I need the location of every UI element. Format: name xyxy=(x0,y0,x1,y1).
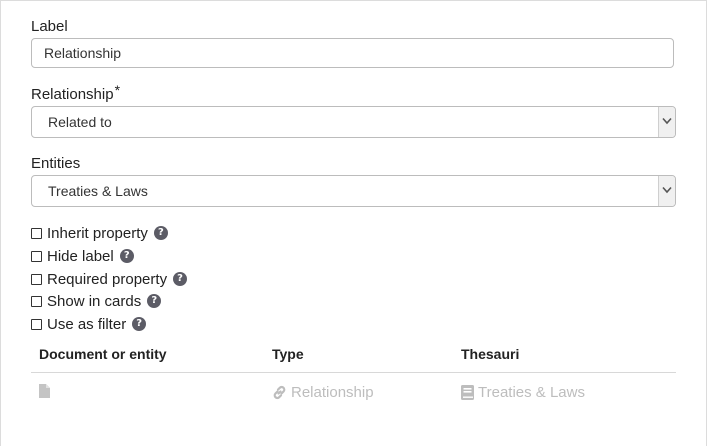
column-header-type: Type xyxy=(272,346,304,362)
option-inherit-property[interactable]: Inherit property ? xyxy=(31,224,168,242)
help-icon[interactable]: ? xyxy=(173,272,188,286)
table-divider xyxy=(31,372,676,373)
inherit-property-label: Inherit property xyxy=(47,224,148,242)
hide-label-label: Hide label xyxy=(47,247,114,265)
chevron-down-icon[interactable] xyxy=(658,176,675,206)
relationship-label-text: Relationship xyxy=(31,86,114,103)
relationship-select[interactable]: Related to xyxy=(31,106,676,138)
use-as-filter-checkbox[interactable] xyxy=(31,318,42,330)
label-input[interactable]: Relationship xyxy=(31,38,674,68)
show-in-cards-checkbox[interactable] xyxy=(31,295,42,307)
help-icon[interactable]: ? xyxy=(153,226,168,240)
option-required-property[interactable]: Required property ? xyxy=(31,270,188,288)
help-icon[interactable]: ? xyxy=(119,249,134,263)
entities-select-value: Treaties & Laws xyxy=(48,183,148,199)
table-row-document-cell xyxy=(39,384,54,398)
help-icon[interactable]: ? xyxy=(147,294,162,308)
column-header-document: Document or entity xyxy=(39,346,167,362)
option-hide-label[interactable]: Hide label ? xyxy=(31,247,134,265)
required-property-label: Required property xyxy=(47,270,168,288)
table-row-type-cell: Relationship xyxy=(272,384,374,401)
option-show-in-cards[interactable]: Show in cards ? xyxy=(31,292,162,310)
entities-select[interactable]: Treaties & Laws xyxy=(31,175,676,207)
hide-label-checkbox[interactable] xyxy=(31,250,42,262)
book-icon xyxy=(461,385,474,400)
help-icon[interactable]: ? xyxy=(132,317,147,331)
required-property-checkbox[interactable] xyxy=(31,273,42,285)
label-field-label: Label xyxy=(31,18,68,35)
file-icon xyxy=(39,384,50,398)
chevron-down-icon[interactable] xyxy=(658,107,675,137)
option-use-as-filter[interactable]: Use as filter ? xyxy=(31,315,147,333)
column-header-thesauri: Thesauri xyxy=(461,346,520,362)
label-input-value: Relationship xyxy=(44,45,122,61)
thesauri-value: Treaties & Laws xyxy=(478,384,585,401)
relationship-select-value: Related to xyxy=(48,114,112,130)
show-in-cards-label: Show in cards xyxy=(47,292,142,310)
table-row-thesauri-cell: Treaties & Laws xyxy=(461,384,585,401)
entities-field-label: Entities xyxy=(31,155,81,172)
type-value: Relationship xyxy=(291,384,374,401)
required-mark: * xyxy=(114,82,121,98)
inherit-property-checkbox[interactable] xyxy=(31,227,42,239)
link-icon xyxy=(273,385,286,400)
relationship-field-label: Relationship* xyxy=(31,82,120,103)
use-as-filter-label: Use as filter xyxy=(47,315,127,333)
